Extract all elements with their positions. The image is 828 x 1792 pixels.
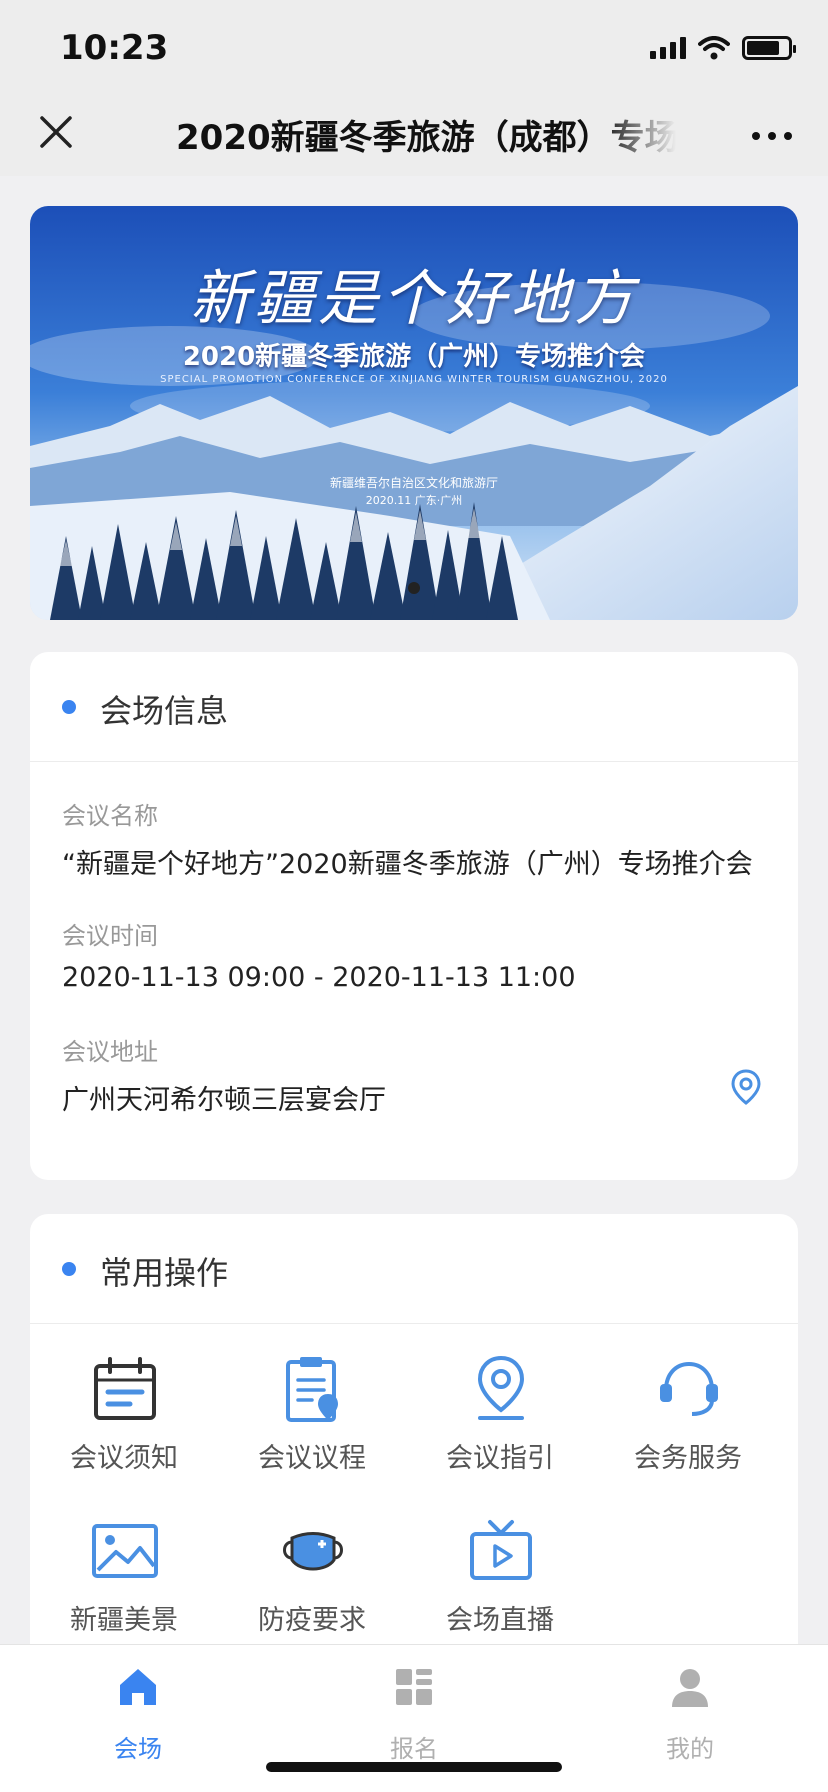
battery-icon — [742, 36, 796, 60]
banner-title: 新疆是个好地方 — [190, 264, 638, 334]
location-pin-icon — [477, 1355, 525, 1420]
op-label: 防疫要求 — [258, 1605, 366, 1636]
venue-info-header: 会场信息 — [30, 652, 798, 762]
meeting-time-label: 会议时间 — [62, 922, 158, 950]
op-meeting-guide[interactable]: 会议指引 — [406, 1354, 594, 1504]
op-meeting-agenda[interactable]: 会议议程 — [218, 1354, 406, 1504]
headset-icon — [660, 1361, 718, 1416]
operations-header: 常用操作 — [30, 1214, 798, 1324]
section-dot — [62, 1262, 76, 1276]
banner-organizer: 新疆维吾尔自治区文化和旅游厅 — [329, 476, 498, 490]
op-meeting-notice[interactable]: 会议须知 — [30, 1354, 218, 1504]
status-time: 10:23 — [60, 28, 169, 68]
op-label: 会场直播 — [446, 1605, 554, 1636]
meeting-name-value: “新疆是个好地方”2020新疆冬季旅游（广州）专场推介会 — [62, 849, 753, 880]
tab-mine[interactable]: 我的 — [620, 1665, 760, 1765]
op-label: 会议指引 — [446, 1443, 554, 1474]
page-title: 2020新疆冬季旅游（成都）专场推介会 — [176, 118, 676, 158]
venue-info-card: 会场信息 会议名称 “新疆是个好地方”2020新疆冬季旅游（广州）专场推介会 会… — [30, 652, 798, 1180]
tab-label: 我的 — [666, 1735, 714, 1763]
tab-label: 报名 — [390, 1735, 438, 1763]
op-label: 新疆美景 — [70, 1605, 178, 1636]
map-location-icon[interactable] — [730, 1068, 762, 1108]
banner-english-subtitle: SPECIAL PROMOTION CONFERENCE OF XINJIANG… — [160, 374, 668, 385]
op-label: 会议须知 — [70, 1443, 178, 1474]
meeting-address-value: 广州天河希尔顿三层宴会厅 — [62, 1085, 386, 1116]
signal-icon — [650, 37, 686, 59]
close-icon[interactable] — [36, 112, 76, 152]
meeting-time-value: 2020-11-13 09:00 - 2020-11-13 11:00 — [62, 962, 576, 993]
section-dot — [62, 700, 76, 714]
tab-register[interactable]: 报名 — [344, 1665, 484, 1765]
operations-title: 常用操作 — [100, 1254, 229, 1292]
mask-icon — [283, 1532, 343, 1571]
tab-label: 会场 — [114, 1735, 162, 1763]
meeting-address-label: 会议地址 — [62, 1038, 158, 1066]
calendar-icon — [94, 1357, 156, 1420]
home-icon — [120, 1669, 156, 1705]
venue-info-title: 会场信息 — [100, 692, 229, 730]
banner[interactable]: 新疆是个好地方 2020新疆冬季旅游（广州）专场推介会 SPECIAL PROM… — [30, 206, 798, 620]
more-icon[interactable] — [752, 132, 792, 140]
agenda-icon — [286, 1357, 338, 1422]
nav-bar: 2020新疆冬季旅游（成都）专场推介会 — [0, 96, 828, 176]
status-icons — [650, 36, 796, 60]
tv-icon — [470, 1520, 532, 1580]
home-indicator — [266, 1762, 562, 1772]
op-conference-service[interactable]: 会务服务 — [594, 1354, 782, 1504]
meeting-name-label: 会议名称 — [62, 802, 158, 830]
banner-date: 2020.11 广东·广州 — [365, 494, 463, 507]
user-icon — [672, 1669, 708, 1707]
status-bar: 10:23 — [0, 0, 828, 96]
carousel-indicator[interactable] — [408, 582, 420, 594]
image-icon — [92, 1524, 158, 1578]
grid-icon — [396, 1669, 432, 1705]
tab-venue[interactable]: 会场 — [68, 1665, 208, 1765]
banner-subtitle: 2020新疆冬季旅游（广州）专场推介会 — [182, 342, 646, 372]
wifi-icon — [698, 36, 730, 60]
op-label: 会务服务 — [634, 1443, 742, 1474]
op-label: 会议议程 — [258, 1443, 366, 1474]
